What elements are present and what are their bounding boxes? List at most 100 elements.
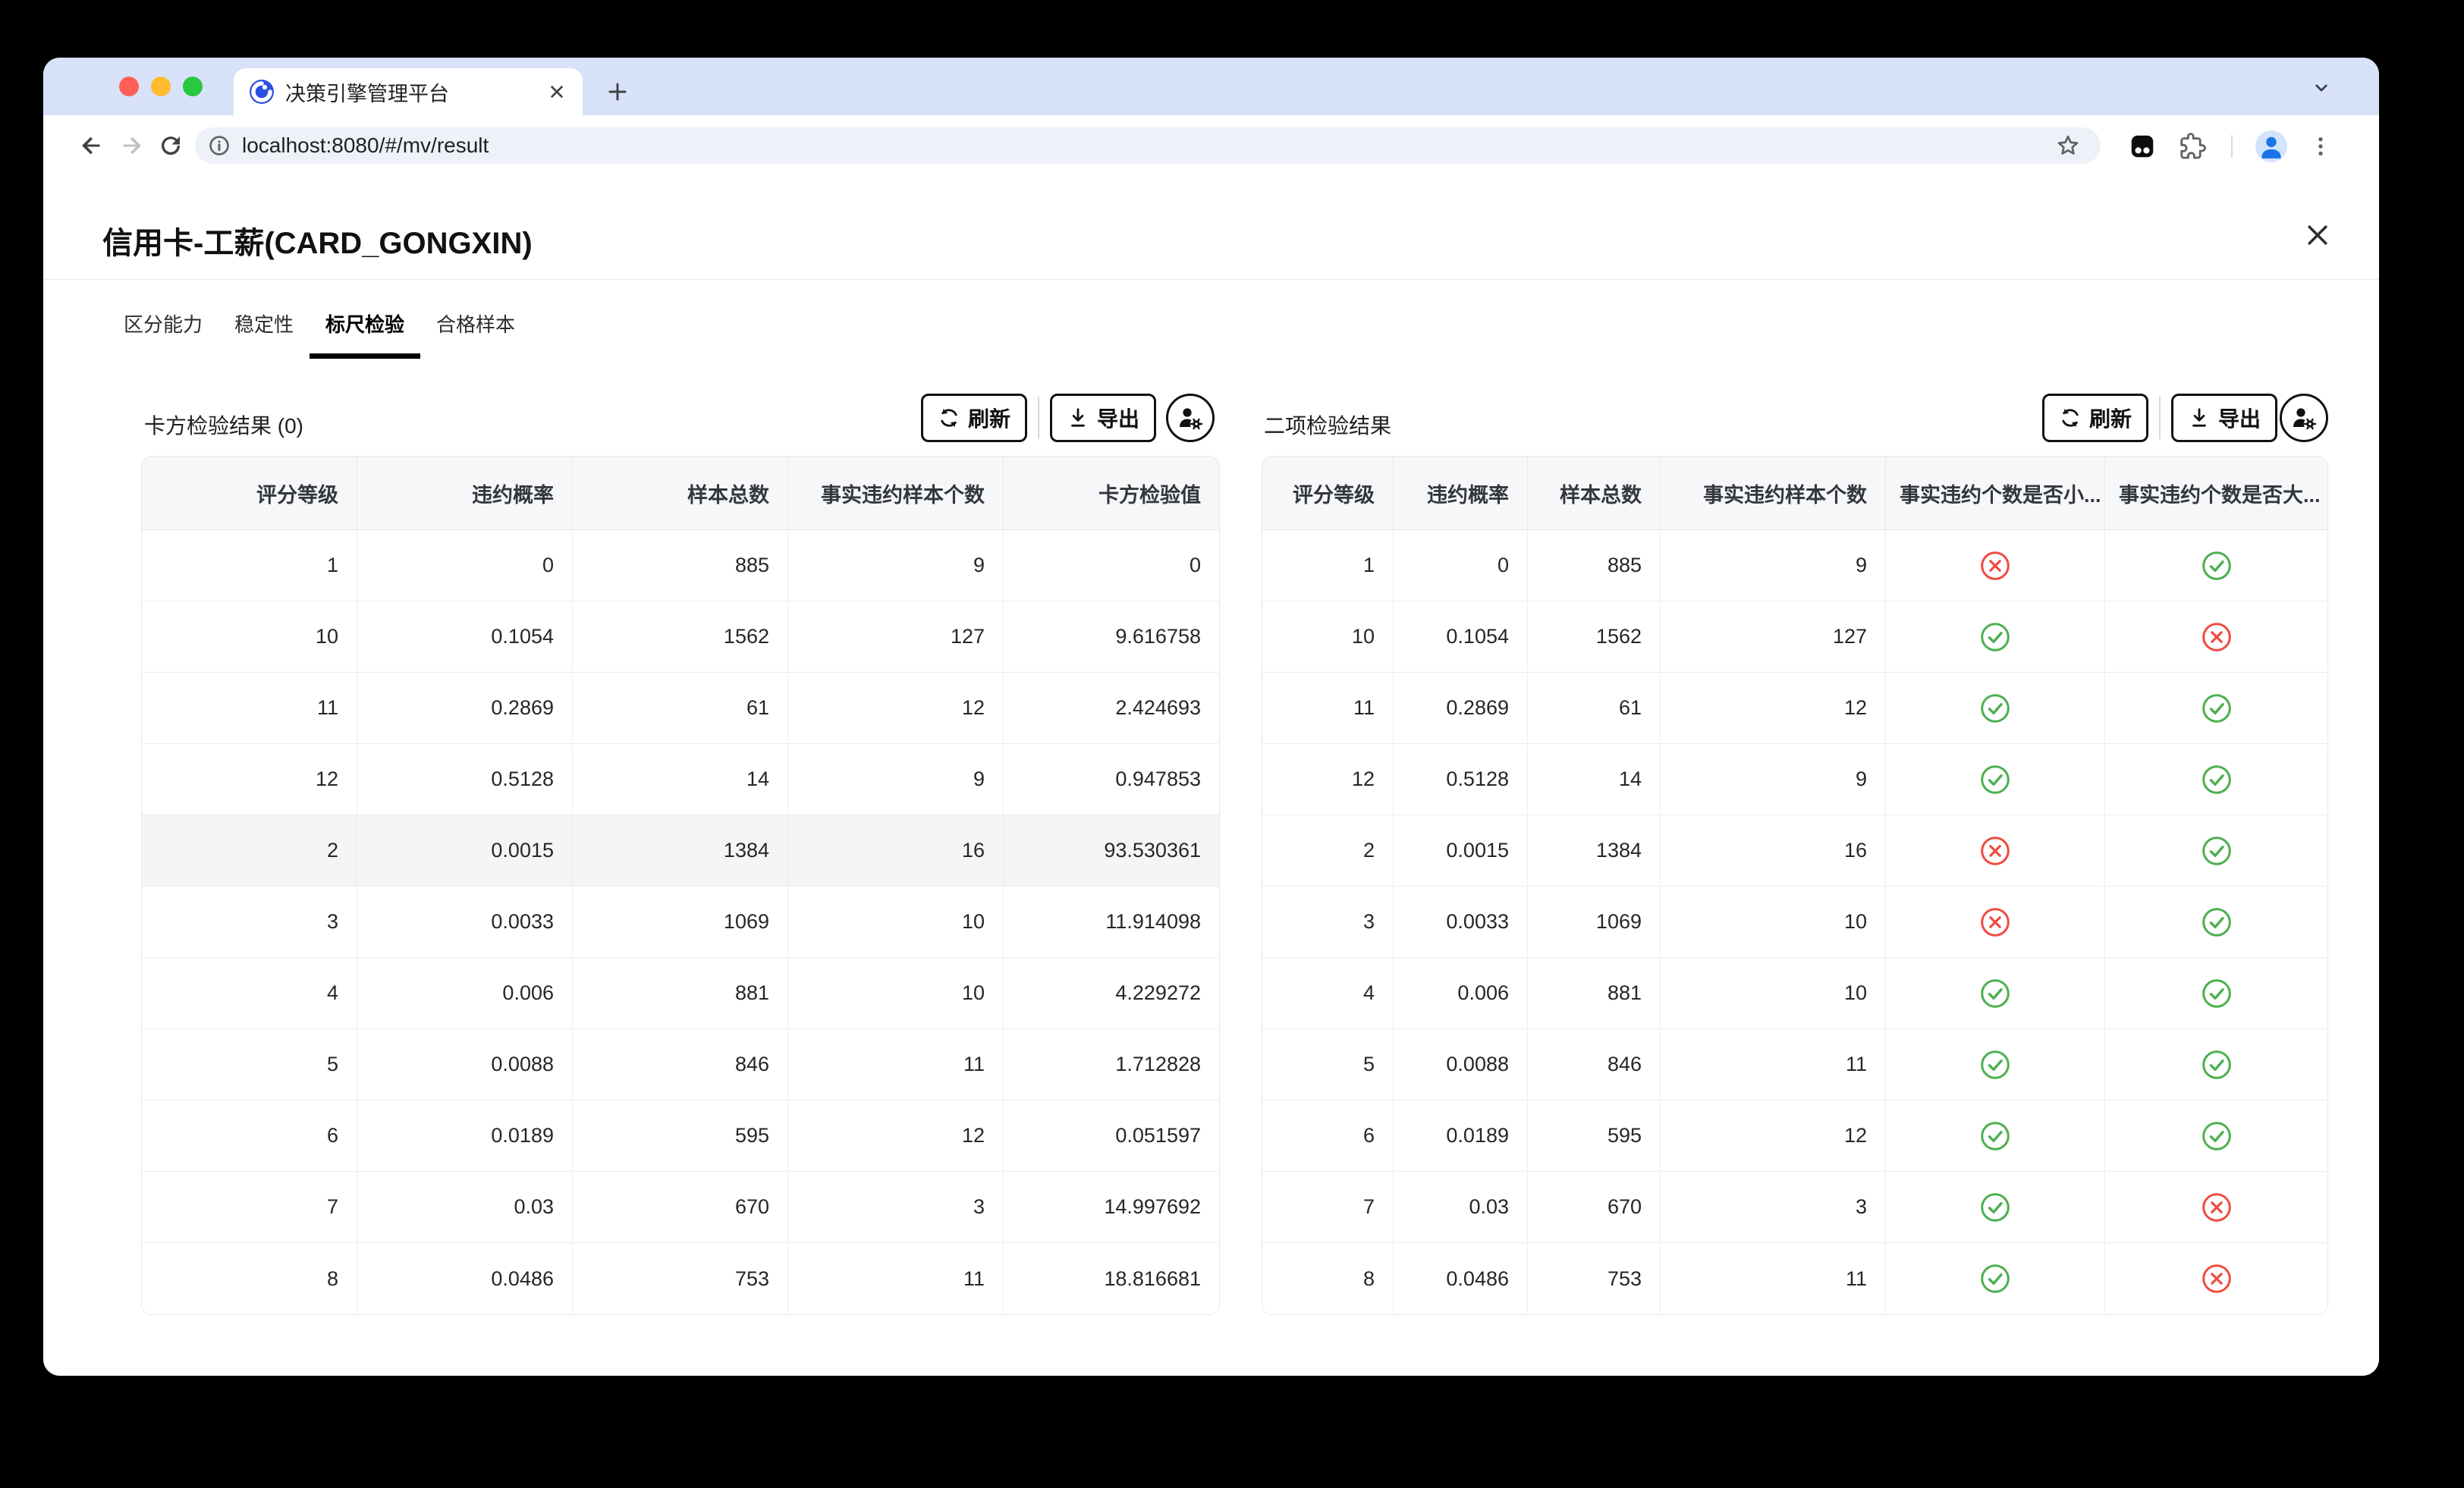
table-cell: 11 xyxy=(788,1243,1004,1314)
status-cell xyxy=(2105,1029,2327,1100)
tab-close-icon[interactable] xyxy=(545,80,569,104)
binomial-column-settings-button[interactable] xyxy=(2280,394,2328,442)
table-cell: 12 xyxy=(788,673,1004,743)
table-row[interactable]: 120.51281490.947853 xyxy=(142,744,1219,815)
address-bar[interactable]: localhost:8080/#/mv/result xyxy=(195,127,2101,164)
browser-menu-kebab-icon[interactable] xyxy=(2305,130,2337,162)
profile-avatar[interactable] xyxy=(2255,130,2287,162)
window-zoom-button[interactable] xyxy=(183,77,203,96)
back-icon[interactable] xyxy=(77,130,107,161)
status-cell xyxy=(1886,1029,2105,1100)
table-header-row: 评分等级违约概率样本总数事实违约样本个数事实违约个数是否小...事实违约个数是否… xyxy=(1262,457,2327,530)
button-group-divider xyxy=(2159,397,2161,439)
screen-background: { "browser": { "tab_title": "决策引擎管理平台", … xyxy=(0,0,2464,1488)
table-cell: 0.0486 xyxy=(357,1243,573,1314)
table-cell: 0.006 xyxy=(1394,958,1528,1028)
table-cell: 8 xyxy=(1262,1243,1394,1314)
table-cell: 0.947853 xyxy=(1004,744,1219,815)
table-row[interactable]: 60.018959512 xyxy=(1262,1100,2327,1172)
table-cell: 0.0033 xyxy=(1394,887,1528,957)
table-row[interactable]: 20.001513841693.530361 xyxy=(142,815,1219,887)
table-cell: 12 xyxy=(142,744,357,815)
page-tab-4[interactable]: 合格样本 xyxy=(420,296,531,359)
table-cell: 595 xyxy=(573,1100,788,1171)
page-tab-1[interactable]: 区分能力 xyxy=(108,296,218,359)
table-row[interactable]: 50.008884611 xyxy=(1262,1029,2327,1100)
binomial-refresh-button[interactable]: 刷新 xyxy=(2042,394,2148,442)
table-cell: 1 xyxy=(1262,530,1394,601)
table-cell: 0.0088 xyxy=(357,1029,573,1100)
table-row[interactable]: 30.003310691011.914098 xyxy=(142,887,1219,958)
table-row[interactable]: 60.0189595120.051597 xyxy=(142,1100,1219,1172)
table-cell: 0.006 xyxy=(357,958,573,1028)
table-row[interactable]: 70.03670314.997692 xyxy=(142,1172,1219,1243)
bookmark-star-icon[interactable] xyxy=(2055,133,2081,159)
url-text[interactable]: localhost:8080/#/mv/result xyxy=(242,133,2055,158)
window-close-button[interactable] xyxy=(119,77,139,96)
table-row[interactable]: 100.10541562127 xyxy=(1262,601,2327,673)
status-cell xyxy=(1886,958,2105,1028)
page-tab-2[interactable]: 稳定性 xyxy=(218,296,310,359)
chi-square-export-button[interactable]: 导出 xyxy=(1050,394,1156,442)
chi-square-column-settings-button[interactable] xyxy=(1166,394,1215,442)
status-cell xyxy=(2105,958,2327,1028)
binomial-export-button[interactable]: 导出 xyxy=(2171,394,2277,442)
table-row[interactable]: 110.28696112 xyxy=(1262,673,2327,744)
window-minimize-button[interactable] xyxy=(151,77,171,96)
table-cell: 0.2869 xyxy=(1394,673,1528,743)
table-row[interactable]: 50.0088846111.712828 xyxy=(142,1029,1219,1100)
browser-tab[interactable]: 决策引擎管理平台 xyxy=(234,68,583,115)
reload-icon[interactable] xyxy=(156,130,186,161)
table-cell: 0.0033 xyxy=(357,887,573,957)
column-header: 违约概率 xyxy=(357,457,573,529)
table-cell: 0 xyxy=(1004,530,1219,601)
table-row[interactable]: 120.5128149 xyxy=(1262,744,2327,815)
table-row[interactable]: 108859 xyxy=(1262,530,2327,601)
table-cell: 10 xyxy=(788,958,1004,1028)
table-row[interactable]: 70.036703 xyxy=(1262,1172,2327,1243)
table-row[interactable]: 1088590 xyxy=(142,530,1219,601)
table-cell: 127 xyxy=(1661,601,1886,672)
table-cell: 3 xyxy=(142,887,357,957)
table-cell: 7 xyxy=(1262,1172,1394,1242)
table-row[interactable]: 110.286961122.424693 xyxy=(142,673,1219,744)
column-header: 样本总数 xyxy=(1528,457,1661,529)
chi-square-section-title: 卡方检验结果 (0) xyxy=(144,410,303,440)
table-row[interactable]: 80.04867531118.816681 xyxy=(142,1243,1219,1314)
table-cell: 2 xyxy=(142,815,357,886)
pass-check-icon xyxy=(1980,1192,2010,1223)
table-cell: 3 xyxy=(1262,887,1394,957)
page-tab-3[interactable]: 标尺检验 xyxy=(310,296,420,359)
pass-check-icon xyxy=(2202,1050,2232,1080)
table-cell: 0.5128 xyxy=(357,744,573,815)
table-cell: 0.1054 xyxy=(1394,601,1528,672)
table-row[interactable]: 80.048675311 xyxy=(1262,1243,2327,1314)
extensions-puzzle-icon[interactable] xyxy=(2176,130,2208,162)
table-header-row: 评分等级违约概率样本总数事实违约样本个数卡方检验值 xyxy=(142,457,1219,530)
pass-check-icon xyxy=(2202,551,2232,581)
table-cell: 9 xyxy=(788,530,1004,601)
table-cell: 0.051597 xyxy=(1004,1100,1219,1171)
fail-cross-icon xyxy=(1980,907,2010,937)
tab-list-chevron-down-icon[interactable] xyxy=(2308,74,2335,102)
table-cell: 0.0015 xyxy=(357,815,573,886)
table-cell: 8 xyxy=(142,1243,357,1314)
chi-square-refresh-button[interactable]: 刷新 xyxy=(921,394,1027,442)
tab-favicon-icon xyxy=(249,79,275,105)
forward-icon[interactable] xyxy=(116,130,146,161)
status-cell xyxy=(2105,887,2327,957)
table-row[interactable]: 30.0033106910 xyxy=(1262,887,2327,958)
table-row[interactable]: 40.006881104.229272 xyxy=(142,958,1219,1029)
download-icon xyxy=(2188,407,2211,429)
table-row[interactable]: 20.0015138416 xyxy=(1262,815,2327,887)
table-cell: 61 xyxy=(1528,673,1661,743)
table-cell: 1562 xyxy=(1528,601,1661,672)
dark-extension-icon[interactable] xyxy=(2126,130,2158,162)
table-row[interactable]: 40.00688110 xyxy=(1262,958,2327,1029)
table-cell: 127 xyxy=(788,601,1004,672)
column-header: 事实违约个数是否大... xyxy=(2105,457,2327,529)
new-tab-button[interactable] xyxy=(596,71,639,113)
table-row[interactable]: 100.105415621279.616758 xyxy=(142,601,1219,673)
site-info-icon[interactable] xyxy=(207,133,231,158)
page-close-icon[interactable] xyxy=(2299,217,2336,253)
